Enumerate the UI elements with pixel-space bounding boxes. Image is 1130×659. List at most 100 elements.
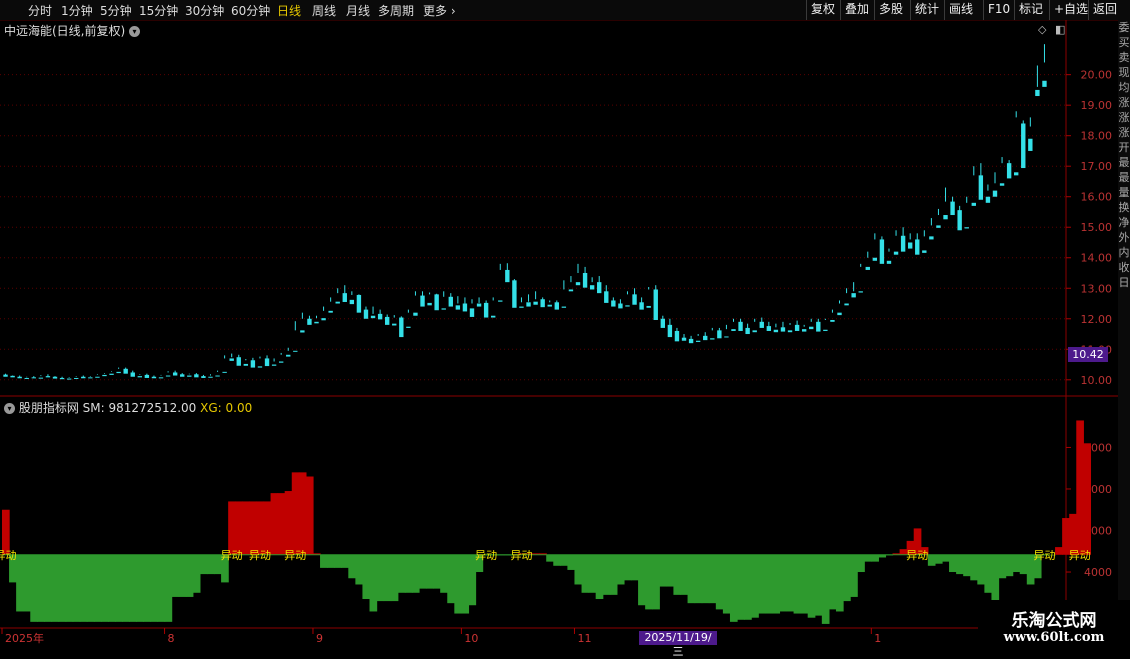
candle-body-75 [533,301,538,305]
watermark-title: 乐淘公式网 [1011,611,1097,631]
candle-body-37 [264,358,270,367]
candle-body-79 [561,306,567,308]
candle-body-36 [257,366,263,368]
indicator-green-104 [737,554,745,620]
candle-body-32 [229,358,234,361]
indicator-red-149 [1055,547,1063,555]
indicator-green-139 [984,554,993,593]
candle-body-1 [10,375,15,378]
candle-body-95 [674,330,680,342]
indicator-red-39 [277,493,286,555]
candle-body-97 [688,338,694,344]
indicator-green-62 [440,554,448,593]
candle-body-120 [851,293,856,298]
candle-body-0 [3,374,8,377]
signal-label-32: 异动 [221,549,243,562]
indicator-green-49 [348,554,356,579]
signal-label-152: 异动 [1069,549,1091,562]
indicator-green-110 [779,554,788,612]
candle-body-80 [568,289,574,292]
candle-body-73 [519,306,524,308]
watermark-url: www.60lt.com [1003,630,1105,645]
indicator-green-14 [100,554,109,622]
indicator-green-114 [807,554,816,618]
price-tick-label-5: 15.00 [1081,221,1113,234]
candle-body-38 [271,364,277,366]
candle-body-140 [992,190,998,197]
indicator-green-143 [1012,554,1021,573]
candle-body-86 [611,300,616,307]
indicator-green-93 [659,554,667,587]
right-strip-label-5: 涨 [1118,96,1130,109]
indicator-green-138 [977,554,985,585]
indicator-red-152 [1076,420,1084,555]
indicator-green-46 [327,554,335,568]
indicator-green-15 [108,554,116,622]
indicator-green-116 [821,554,830,624]
candle-body-136 [964,227,969,229]
signal-label-73: 异动 [510,549,532,562]
candle-body-57 [406,326,411,328]
right-strip-label-4: 均 [1118,81,1130,94]
indicator-green-136 [963,554,971,577]
right-strip-label-9: 最 [1118,156,1130,169]
indicator-green-115 [814,554,823,616]
right-strip-label-0: 委 [1118,21,1130,34]
candle-body-24 [172,372,178,376]
candle-body-111 [787,330,793,333]
indicator-green-4 [30,554,38,622]
candle-body-99 [703,335,708,341]
indicator-green-20 [143,554,152,622]
candle-body-146 [1035,89,1040,97]
candle-body-11 [81,376,86,379]
candle-body-56 [399,317,404,338]
candle-body-61 [434,294,439,311]
indicator-green-9 [65,554,74,622]
indicator-green-50 [355,554,364,585]
candle-body-93 [660,318,666,328]
candle-body-53 [377,313,383,320]
candle-body-10 [74,377,79,379]
indicator-green-121 [857,554,865,573]
indicator-green-18 [129,554,137,622]
indicator-tick-label-1: 4000 [1084,566,1112,579]
candle-body-127 [900,235,906,252]
right-strip-label-11: 量 [1118,186,1130,199]
price-tick-label-7: 17.00 [1081,160,1113,173]
candle-body-5 [38,377,44,379]
candle-body-131 [929,236,934,240]
price-tick-label-4: 14.00 [1081,252,1113,265]
indicator-green-97 [687,554,696,604]
candle-body-44 [314,321,319,324]
indicator-green-107 [758,554,766,614]
right-strip-label-14: 外 [1118,231,1130,244]
month-label-2: 9 [316,632,323,645]
candle-body-102 [724,336,729,338]
candle-body-65 [462,303,468,312]
candle-body-52 [370,315,376,319]
indicator-green-134 [949,554,957,573]
candle-body-87 [618,303,623,309]
candle-body-71 [505,269,510,283]
indicator-green-98 [694,554,703,604]
indicator-green-55 [390,554,399,602]
indicator-green-95 [673,554,682,595]
chart-canvas[interactable]: 10.0011.0012.0013.0014.0015.0016.0017.00… [0,0,1130,650]
right-info-strip: 委买卖现均涨涨涨开最最量换净外内收日 [1118,20,1130,630]
candle-body-137 [971,202,976,206]
indicator-green-56 [397,554,406,593]
indicator-green-91 [645,554,653,610]
candle-body-85 [604,291,609,303]
indicator-red-33 [235,501,243,555]
candle-body-62 [441,308,446,310]
candle-body-141 [999,183,1005,186]
indicator-green-3 [23,554,31,612]
candle-body-130 [922,250,927,253]
candle-body-31 [222,371,227,373]
candle-body-40 [286,354,291,357]
indicator-green-19 [136,554,144,622]
right-strip-label-15: 内 [1118,246,1130,259]
candle-body-78 [554,302,559,310]
signal-label-129: 异动 [906,549,928,562]
indicator-red-41 [291,472,300,555]
